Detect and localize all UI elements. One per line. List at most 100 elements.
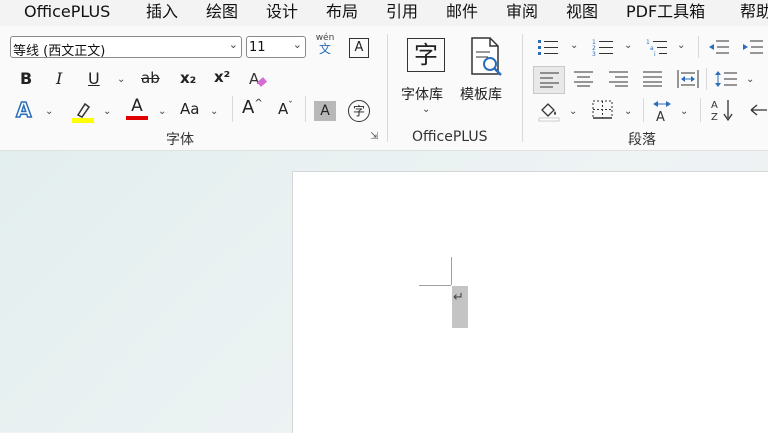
show-marks-button[interactable] <box>748 100 768 123</box>
font-color-button[interactable]: A <box>126 98 148 120</box>
group-divider <box>387 34 388 142</box>
menu-insert[interactable]: 插入 <box>146 2 178 22</box>
character-border-button[interactable]: A <box>349 38 369 58</box>
font-library-icon: 字 <box>407 38 445 72</box>
highlight-chevron-down-icon[interactable]: ⌄ <box>103 106 111 117</box>
menu-officeplus[interactable]: OfficePLUS <box>24 2 110 22</box>
font-color-chevron-down-icon[interactable]: ⌄ <box>158 106 166 117</box>
margin-corner-mark <box>451 257 452 285</box>
distributed-button[interactable] <box>677 69 699 92</box>
text-effect-button[interactable]: A <box>15 99 32 121</box>
numbering-button[interactable]: 123 <box>592 38 614 58</box>
svg-text:A: A <box>711 100 718 111</box>
bold-button[interactable]: B <box>20 71 32 87</box>
template-library-icon <box>471 37 502 76</box>
decrease-indent-button[interactable] <box>708 38 730 56</box>
officeplus-group-label: OfficePLUS <box>412 129 488 145</box>
document-page[interactable]: ↵ <box>292 171 768 433</box>
borders-icon <box>592 100 613 119</box>
grow-font-button[interactable]: A^ <box>242 99 263 117</box>
menu-view[interactable]: 视图 <box>566 2 598 22</box>
character-shading-button[interactable]: A <box>314 101 336 121</box>
italic-button[interactable]: I <box>56 71 62 87</box>
paragraph-mark-icon <box>750 104 767 116</box>
font-size-select[interactable]: 11 ⌄ <box>246 36 306 58</box>
font-library-button[interactable]: 字 字体库 ⌄ <box>400 32 452 122</box>
sort-button[interactable]: A Z <box>710 98 736 125</box>
template-library-label: 模板库 <box>460 87 502 103</box>
shading-button[interactable] <box>538 100 560 125</box>
divider <box>643 98 644 122</box>
change-case-button[interactable]: Aa <box>180 102 199 117</box>
multilevel-chevron-down-icon[interactable]: ⌄ <box>677 40 685 51</box>
underline-button[interactable]: U <box>88 71 100 87</box>
strikethrough-button[interactable]: ab <box>141 71 160 86</box>
text-effect-chevron-down-icon[interactable]: ⌄ <box>45 106 53 117</box>
shrink-font-button[interactable]: Aˇ <box>278 102 293 117</box>
enclose-characters-button[interactable]: 字 <box>348 100 370 122</box>
line-spacing-chevron-down-icon[interactable]: ⌄ <box>746 74 754 85</box>
menu-layout[interactable]: 布局 <box>326 2 358 22</box>
font-size-value: 11 <box>249 40 266 55</box>
svg-text:i: i <box>654 51 656 56</box>
bullets-button[interactable] <box>537 38 559 56</box>
decrease-indent-icon <box>709 40 729 54</box>
margin-corner-mark <box>419 285 451 286</box>
document-canvas: ↵ <box>0 151 768 433</box>
font-name-value: 等线 (西文正文) <box>13 44 106 59</box>
menu-draw[interactable]: 绘图 <box>206 2 238 22</box>
template-library-button[interactable]: 模板库 <box>458 32 512 103</box>
text-direction-chevron-down-icon[interactable]: ⌄ <box>680 106 688 117</box>
subscript-button[interactable]: x₂ <box>180 71 196 86</box>
align-center-icon <box>574 71 593 87</box>
align-left-button[interactable] <box>533 66 565 94</box>
font-name-select[interactable]: 等线 (西文正文) ⌄ <box>10 36 242 59</box>
divider <box>232 96 233 122</box>
group-divider <box>522 34 523 142</box>
divider <box>305 96 306 122</box>
align-right-button[interactable] <box>609 71 629 90</box>
increase-indent-button[interactable] <box>742 38 764 56</box>
multilevel-list-icon: 1ai <box>646 39 667 58</box>
borders-button[interactable] <box>592 100 614 123</box>
phonetic-guide-button[interactable]: wén 文 <box>314 34 336 56</box>
distributed-icon <box>677 70 699 88</box>
svg-text:3: 3 <box>592 51 596 56</box>
divider <box>706 68 707 90</box>
chevron-down-icon: ⌄ <box>228 38 238 51</box>
menu-design[interactable]: 设计 <box>266 2 298 22</box>
borders-chevron-down-icon[interactable]: ⌄ <box>624 106 632 117</box>
highlight-button[interactable] <box>72 100 96 124</box>
menu-pdf-toolbox[interactable]: PDF工具箱 <box>626 2 705 22</box>
text-direction-button[interactable]: A <box>650 100 674 125</box>
underline-chevron-down-icon[interactable]: ⌄ <box>117 74 125 85</box>
menu-help[interactable]: 帮助 <box>740 2 768 22</box>
align-center-button[interactable] <box>574 71 594 90</box>
svg-text:A: A <box>249 70 260 88</box>
clear-formatting-icon[interactable]: A <box>247 68 269 90</box>
change-case-chevron-down-icon[interactable]: ⌄ <box>210 106 218 117</box>
superscript-button[interactable]: x² <box>214 70 230 85</box>
menu-references[interactable]: 引用 <box>386 2 418 22</box>
justify-button[interactable] <box>643 71 663 90</box>
bullets-chevron-down-icon[interactable]: ⌄ <box>570 40 578 51</box>
divider <box>700 98 701 122</box>
ribbon: 等线 (西文正文) ⌄ 11 ⌄ wén 文 A B I U ⌄ ab x₂ x… <box>0 26 768 151</box>
phonetic-guide-icon: 文 <box>318 42 331 56</box>
svg-text:Z: Z <box>711 112 718 122</box>
justify-icon <box>643 71 662 87</box>
sort-icon: A Z <box>711 100 733 123</box>
menu-review[interactable]: 审阅 <box>506 2 538 22</box>
line-spacing-button[interactable] <box>714 70 738 91</box>
text-direction-icon: A <box>653 101 671 125</box>
multilevel-list-button[interactable]: 1ai <box>646 38 668 58</box>
highlighter-icon <box>72 102 94 123</box>
shading-chevron-down-icon[interactable]: ⌄ <box>569 106 577 117</box>
paragraph-mark: ↵ <box>453 290 464 305</box>
numbering-chevron-down-icon[interactable]: ⌄ <box>624 40 632 51</box>
bullet-list-icon <box>538 40 558 55</box>
chevron-down-icon: ⌄ <box>292 38 302 51</box>
paragraph-group-label: 段落 <box>628 132 656 148</box>
dialog-launcher-icon[interactable]: ⇲ <box>370 132 378 142</box>
menu-mailings[interactable]: 邮件 <box>446 2 478 22</box>
